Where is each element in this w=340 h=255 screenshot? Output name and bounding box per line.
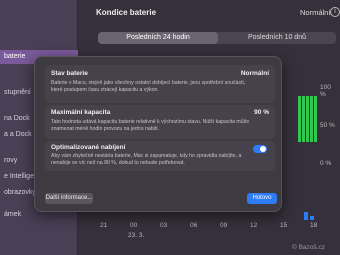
time-range-segmented-control: Posledních 24 hodin Posledních 10 dnů [98,32,336,44]
max-capacity-value: 90 % [254,109,269,116]
info-icon[interactable]: i [330,7,340,17]
x-label: 12 [250,222,258,229]
battery-status-title: Stav baterie [51,70,88,77]
x-label: 15 [280,222,288,229]
more-info-button[interactable]: Další informace... [45,193,93,204]
max-capacity-description: Tato hodnota udává kapacitu baterie rela… [51,119,250,132]
watermark: © Bazoš.cz [292,244,325,251]
x-label: 03 [160,222,168,229]
usage-bar [310,216,314,220]
optimized-charging-toggle[interactable] [253,145,267,153]
x-label: 09 [220,222,228,229]
battery-status-value: Normální [240,70,269,77]
level-bar [314,96,317,142]
max-capacity-section: Maximální kapacita 90 % Tato hodnota udá… [45,105,275,139]
optimized-charging-description: Aby vám zbytečně nestárla baterie, Mac s… [51,153,242,166]
optimized-charging-section: Optimalizované nabíjení Aby vám zbytečně… [45,141,275,171]
optimized-charging-title: Optimalizované nabíjení [51,144,126,151]
done-button[interactable]: Hotovo [247,193,277,204]
toggle-knob [260,146,266,152]
y-label-0: 0 % [320,160,332,167]
battery-status-description: Baterie v Macu, stejně jako všechny osta… [51,80,246,93]
x-label: 00 [130,222,138,229]
x-label: 18 [310,222,318,229]
level-bar [310,96,313,142]
level-bar [302,96,305,142]
level-bar [298,96,301,142]
tab-last-24-hours[interactable]: Posledních 24 hodin [98,32,218,44]
battery-health-value: Normální [300,8,331,17]
battery-status-section: Stav baterie Normální Baterie v Macu, st… [45,65,275,103]
y-label-50: 50 % [320,122,335,129]
max-capacity-title: Maximální kapacita [51,109,111,116]
date-label: 23. 3. [128,232,145,239]
usage-bar [304,212,308,220]
y-label-100: 100 % [320,84,331,98]
tab-last-10-days[interactable]: Posledních 10 dnů [218,32,336,44]
level-bar [306,96,309,142]
x-label: 06 [190,222,198,229]
x-label: 21 [100,222,108,229]
battery-health-title: Kondice baterie [96,8,157,17]
battery-info-dialog: Stav baterie Normální Baterie v Macu, st… [34,56,282,212]
